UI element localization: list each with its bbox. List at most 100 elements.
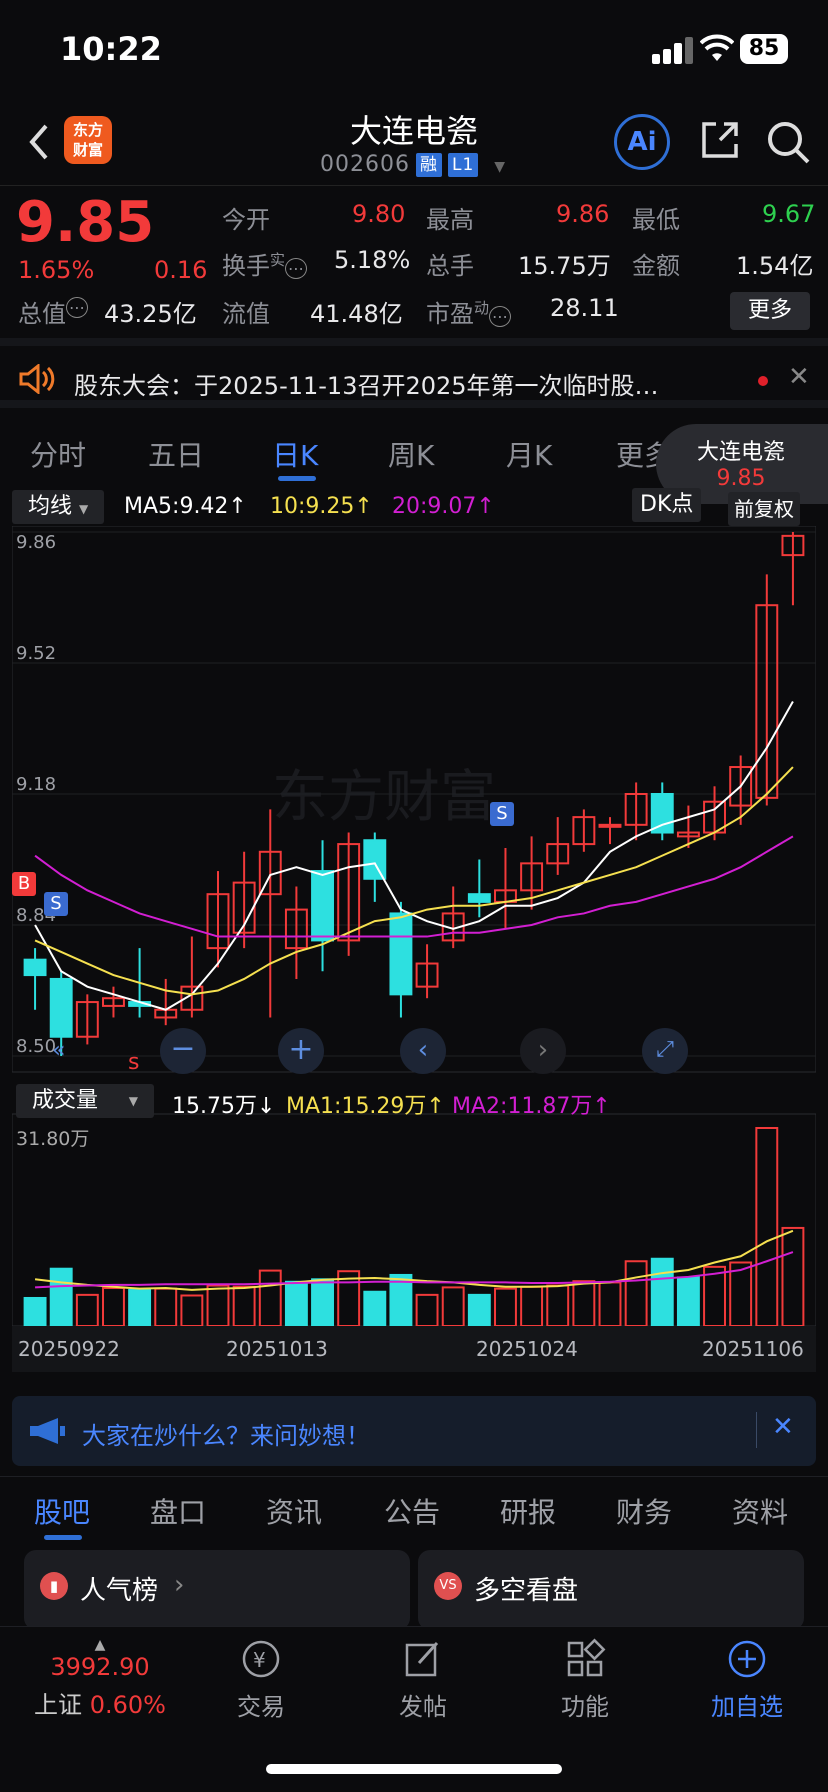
candle-body bbox=[389, 912, 413, 996]
tab-intraday[interactable]: 分时 bbox=[30, 434, 86, 474]
ma20-line bbox=[34, 835, 794, 938]
amount-value: 1.54亿 bbox=[736, 252, 814, 280]
y-axis-label: 8.50 bbox=[16, 1036, 56, 1057]
svg-text:¥: ¥ bbox=[253, 1648, 266, 1672]
volume-bar bbox=[23, 1296, 47, 1328]
adjust-toggle[interactable]: 前复权 bbox=[728, 492, 800, 526]
index-ticker[interactable]: ▲ 3992.90 上证 0.60% bbox=[20, 1637, 180, 1720]
divider bbox=[756, 1412, 757, 1448]
tab-monthly-k[interactable]: 月K bbox=[506, 434, 552, 474]
index-name: 上证 bbox=[34, 1691, 83, 1719]
functions-button[interactable]: 功能 bbox=[530, 1637, 640, 1722]
buy-marker[interactable]: B bbox=[12, 872, 36, 896]
pe-value: 28.11 bbox=[550, 294, 619, 322]
volume-bar bbox=[284, 1280, 308, 1328]
ma-dropdown[interactable]: 均线 ▼ bbox=[12, 490, 105, 524]
info-tabs: 股吧 盘口 资讯 公告 研报 财务 资料 bbox=[0, 1476, 828, 1540]
speaker-icon bbox=[19, 364, 55, 394]
candle-body bbox=[363, 839, 387, 880]
volume-bar bbox=[49, 1267, 73, 1327]
volume-dropdown[interactable]: 成交量 ▼ bbox=[16, 1084, 154, 1118]
info-icon[interactable]: ⋯ bbox=[285, 258, 308, 279]
post-button[interactable]: 发帖 bbox=[368, 1637, 478, 1722]
x-axis-label: 20251013 bbox=[226, 1337, 328, 1361]
x-axis-label: 20251106 bbox=[702, 1337, 804, 1361]
volume-bar bbox=[781, 1226, 805, 1327]
close-icon[interactable]: ✕ bbox=[772, 1412, 794, 1442]
watermark: 东方财富 bbox=[272, 765, 496, 830]
turnover-label: 换手实 ⋯ bbox=[222, 246, 308, 281]
info-icon[interactable]: ⋯ bbox=[489, 306, 512, 327]
tab-profile[interactable]: 资料 bbox=[732, 1491, 788, 1531]
level-tag: L1 bbox=[447, 153, 479, 177]
tab-indicator bbox=[278, 476, 316, 481]
volume-bar bbox=[415, 1293, 439, 1327]
dk-point-toggle[interactable]: DK点 bbox=[632, 488, 702, 522]
index-value: 3992.90 bbox=[50, 1653, 150, 1681]
tab-orderbook[interactable]: 盘口 bbox=[150, 1491, 206, 1531]
tab-research[interactable]: 研报 bbox=[500, 1491, 556, 1531]
notice-text: 股东大会：于2025-11-13召开2025年第一次临时股… bbox=[74, 372, 659, 400]
popularity-card[interactable]: ▮ 人气榜 › bbox=[24, 1550, 410, 1630]
kline-chart-area[interactable]: 均线 ▼ MA5:9.42↑ 10:9.25↑ 20:9.07↑ DK点 前复权… bbox=[12, 486, 816, 1386]
add-watchlist-button[interactable]: 加自选 bbox=[692, 1637, 802, 1722]
ask-banner[interactable]: 大家在炒什么？来问妙想！ ✕ bbox=[12, 1396, 816, 1466]
ai-button[interactable]: Ai bbox=[614, 114, 670, 170]
float-value: 41.48亿 bbox=[310, 300, 403, 328]
home-indicator bbox=[266, 1764, 562, 1774]
fullscreen-icon[interactable]: ⤢ bbox=[642, 1028, 688, 1074]
volume-bar bbox=[520, 1285, 544, 1327]
more-button[interactable]: 更多 bbox=[730, 292, 810, 330]
banner-text: 大家在炒什么？来问妙想！ bbox=[82, 1422, 370, 1450]
kline-svg: 东方财富 9.869.529.188.848.50 20250922 202510… bbox=[12, 526, 816, 1372]
volume-bar bbox=[128, 1288, 152, 1327]
volume-bar bbox=[755, 1127, 779, 1327]
ma5-legend: MA5:9.42↑ bbox=[124, 494, 247, 519]
trade-icon: ¥ bbox=[242, 1640, 280, 1678]
chevron-down-icon[interactable]: ▼ bbox=[494, 159, 506, 175]
volume-bar bbox=[624, 1260, 648, 1328]
tab-daily-k[interactable]: 日K bbox=[272, 434, 318, 474]
y-axis-label: 9.18 bbox=[16, 774, 56, 795]
info-icon[interactable]: ⋯ bbox=[66, 297, 88, 318]
volume-bar bbox=[180, 1294, 204, 1327]
tab-announcements[interactable]: 公告 bbox=[384, 1491, 440, 1531]
tab-guba[interactable]: 股吧 bbox=[34, 1491, 90, 1531]
search-icon[interactable] bbox=[764, 118, 812, 166]
wifi-icon bbox=[700, 34, 734, 61]
ma10-legend: 10:9.25↑ bbox=[270, 494, 373, 519]
y-axis-label: 9.52 bbox=[16, 643, 56, 664]
volume-value: 15.75万 bbox=[518, 252, 611, 280]
tab-finance[interactable]: 财务 bbox=[616, 1491, 672, 1531]
sell-marker[interactable]: S bbox=[490, 802, 514, 826]
last-price: 9.85 bbox=[16, 190, 155, 255]
feature-cards: ▮ 人气榜 › VS 多空看盘 bbox=[0, 1550, 828, 1630]
high-label: 最高 bbox=[426, 206, 474, 234]
bull-bear-card[interactable]: VS 多空看盘 bbox=[418, 1550, 804, 1630]
trade-button[interactable]: ¥ 交易 bbox=[206, 1637, 316, 1722]
vol-ma1-legend: MA1:15.29万↑ bbox=[286, 1094, 445, 1119]
tab-weekly-k[interactable]: 周K bbox=[388, 434, 434, 474]
first-page-icon[interactable]: « bbox=[52, 1038, 80, 1066]
high-value: 9.86 bbox=[556, 200, 610, 228]
notice-bar[interactable]: 股东大会：于2025-11-13召开2025年第一次临时股… ✕ bbox=[0, 354, 828, 408]
index-change: 0.60% bbox=[89, 1691, 166, 1719]
scroll-right-button[interactable]: › bbox=[520, 1028, 566, 1074]
tab-five-day[interactable]: 五日 bbox=[148, 434, 204, 474]
close-icon[interactable]: ✕ bbox=[788, 362, 810, 392]
zoom-out-button[interactable]: − bbox=[160, 1028, 206, 1074]
popularity-title: 人气榜 bbox=[80, 1576, 159, 1606]
grid-icon bbox=[567, 1638, 606, 1677]
scroll-left-button[interactable]: ‹ bbox=[400, 1028, 446, 1074]
chart-bars-icon: ▮ bbox=[40, 1572, 68, 1600]
vs-icon: VS bbox=[434, 1572, 462, 1600]
cellular-signal-icon bbox=[652, 36, 696, 64]
tab-news[interactable]: 资讯 bbox=[266, 1491, 322, 1531]
stock-code-line: 002606 融 L1 ▼ bbox=[320, 152, 506, 177]
share-icon[interactable] bbox=[698, 118, 742, 162]
bull-bear-title: 多空看盘 bbox=[474, 1576, 579, 1606]
zoom-in-button[interactable]: + bbox=[278, 1028, 324, 1074]
volume-bar bbox=[75, 1293, 99, 1327]
sell-marker[interactable]: S bbox=[44, 892, 68, 916]
volume-bar bbox=[363, 1290, 387, 1327]
